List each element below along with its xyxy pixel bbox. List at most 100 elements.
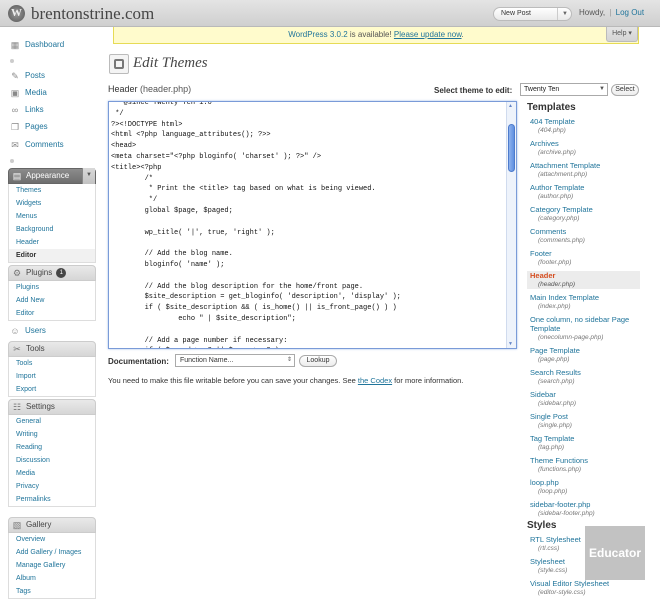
editor-scrollbar[interactable]: ▲ ▼	[506, 102, 516, 348]
submenu-reading[interactable]: Reading	[9, 441, 95, 454]
template-link[interactable]: One column, no sidebar Page Template (one…	[530, 315, 640, 342]
menu-toggle-arrow[interactable]: ▼	[82, 168, 95, 184]
submenu-privacy[interactable]: Privacy	[9, 480, 95, 493]
menu-links[interactable]: ∞ Links	[8, 101, 96, 119]
settings-icon: ☷	[12, 402, 22, 412]
logout-link[interactable]: Log Out	[616, 8, 644, 17]
submenu-manage-gallery[interactable]: Manage Gallery	[9, 559, 95, 572]
template-name: Search Results	[530, 368, 581, 377]
template-filename: (footer.php)	[538, 259, 572, 266]
submenu-discussion[interactable]: Discussion	[9, 454, 95, 467]
template-filename: (attachment.php)	[538, 171, 588, 178]
scroll-down-icon[interactable]: ▼	[508, 341, 513, 347]
menu-media[interactable]: ▣ Media	[8, 84, 96, 102]
template-name: Main Index Template	[530, 293, 600, 302]
menu-tools[interactable]: ✂ Tools	[8, 341, 96, 357]
function-name-select[interactable]: Function Name... ⇕	[175, 354, 295, 367]
update-now-link[interactable]: Please update now	[394, 30, 462, 39]
code-content[interactable]: * @since Twenty Ten 1.0 */ ?><!DOCTYPE h…	[109, 102, 505, 348]
header-separator: |	[609, 8, 612, 17]
submenu-plugin-editor[interactable]: Editor	[9, 307, 95, 320]
submenu-overview[interactable]: Overview	[9, 533, 95, 546]
template-link[interactable]: Page Template (page.php)	[530, 346, 640, 364]
template-link[interactable]: Theme Functions (functions.php)	[530, 456, 640, 474]
submenu-tools[interactable]: Tools	[9, 357, 95, 370]
site-title[interactable]: brentonstrine.com	[31, 4, 154, 24]
template-filename: (archive.php)	[538, 149, 576, 156]
template-filename: (loop.php)	[538, 488, 568, 495]
codex-link[interactable]: the Codex	[358, 376, 392, 385]
dashboard-icon: ▦	[10, 40, 20, 50]
template-link[interactable]: Archives (archive.php)	[530, 139, 640, 157]
scroll-up-icon[interactable]: ▲	[508, 103, 513, 109]
chevron-down-icon: ▼	[562, 11, 568, 17]
template-link[interactable]: Author Template (author.php)	[530, 183, 640, 201]
writable-note: You need to make this file writable befo…	[108, 376, 464, 385]
template-filename: (index.php)	[538, 303, 571, 310]
template-link[interactable]: Comments (comments.php)	[530, 227, 640, 245]
file-heading: Header (header.php)	[108, 84, 191, 94]
help-tab[interactable]: Help ▾	[606, 27, 638, 42]
submenu-plugins[interactable]: Plugins	[9, 281, 95, 294]
help-label: Help	[612, 30, 627, 37]
settings-submenu: General Writing Reading Discussion Media…	[8, 415, 96, 507]
template-link[interactable]: Sidebar (sidebar.php)	[530, 390, 640, 408]
template-link[interactable]: Visual Editor Stylesheet (editor-style.cs…	[530, 579, 640, 597]
template-name: RTL Stylesheet	[530, 535, 581, 544]
submenu-add-new[interactable]: Add New	[9, 294, 95, 307]
submenu-tags[interactable]: Tags	[9, 585, 95, 598]
submenu-editor[interactable]: Editor	[9, 249, 95, 262]
scrollbar-thumb[interactable]	[508, 124, 515, 172]
theme-select[interactable]: Twenty Ten ▼	[520, 83, 608, 96]
submenu-general[interactable]: General	[9, 415, 95, 428]
template-filename: (onecolumn-page.php)	[538, 334, 604, 341]
template-name: Attachment Template	[530, 161, 601, 170]
template-name: Stylesheet	[530, 557, 566, 566]
new-post-dropdown[interactable]: New Post ▼	[493, 7, 572, 21]
menu-pages[interactable]: ❐ Pages	[8, 118, 96, 136]
wordpress-version-link[interactable]: WordPress 3.0.2	[288, 30, 347, 39]
template-link[interactable]: 404 Template (404.php)	[530, 117, 640, 135]
template-link[interactable]: Tag Template (tag.php)	[530, 434, 640, 452]
menu-appearance[interactable]: ▤ Appearance ▼	[8, 168, 96, 184]
chevron-updown-icon: ⇕	[286, 357, 292, 363]
submenu-export[interactable]: Export	[9, 383, 95, 396]
submenu-media-settings[interactable]: Media	[9, 467, 95, 480]
submenu-album[interactable]: Album	[9, 572, 95, 585]
menu-gallery[interactable]: ▧ Gallery	[8, 517, 96, 533]
appearance-submenu: Themes Widgets Menus Background Header E…	[8, 184, 96, 263]
submenu-add-gallery[interactable]: Add Gallery / Images	[9, 546, 95, 559]
template-link[interactable]: Footer (footer.php)	[530, 249, 640, 267]
template-name: Theme Functions	[530, 456, 588, 465]
template-link[interactable]: Attachment Template (attachment.php)	[530, 161, 640, 179]
submenu-writing[interactable]: Writing	[9, 428, 95, 441]
submenu-menus[interactable]: Menus	[9, 210, 95, 223]
theme-code-editor[interactable]: * @since Twenty Ten 1.0 */ ?><!DOCTYPE h…	[108, 101, 517, 349]
template-link[interactable]: sidebar-footer.php (sidebar-footer.php)	[530, 500, 640, 518]
template-link[interactable]: Single Post (single.php)	[530, 412, 640, 430]
submenu-permalinks[interactable]: Permalinks	[9, 493, 95, 506]
template-filename: (single.php)	[538, 422, 572, 429]
template-name: Page Template	[530, 346, 580, 355]
menu-dashboard[interactable]: ▦ Dashboard	[8, 36, 96, 54]
menu-posts[interactable]: ✎ Posts	[8, 67, 96, 85]
template-link[interactable]: Main Index Template (index.php)	[530, 293, 640, 311]
template-link[interactable]: loop.php (loop.php)	[530, 478, 640, 496]
submenu-import[interactable]: Import	[9, 370, 95, 383]
template-link[interactable]: Header (header.php)	[527, 271, 640, 289]
appearance-icon: ▤	[12, 171, 22, 181]
lookup-button[interactable]: Lookup	[299, 355, 337, 367]
template-link[interactable]: Search Results (search.php)	[530, 368, 640, 386]
submenu-themes[interactable]: Themes	[9, 184, 95, 197]
menu-users[interactable]: ☺ Users	[8, 322, 96, 340]
styles-heading: Styles	[527, 520, 557, 531]
menu-plugins[interactable]: ⚙ Plugins 1	[8, 265, 96, 281]
submenu-header[interactable]: Header	[9, 236, 95, 249]
submenu-widgets[interactable]: Widgets	[9, 197, 95, 210]
select-theme-button[interactable]: Select	[611, 84, 639, 96]
menu-settings[interactable]: ☷ Settings	[8, 399, 96, 415]
menu-comments[interactable]: ✉ Comments	[8, 136, 96, 154]
template-link[interactable]: Category Template (category.php)	[530, 205, 640, 223]
template-name: Single Post	[530, 412, 568, 421]
submenu-background[interactable]: Background	[9, 223, 95, 236]
